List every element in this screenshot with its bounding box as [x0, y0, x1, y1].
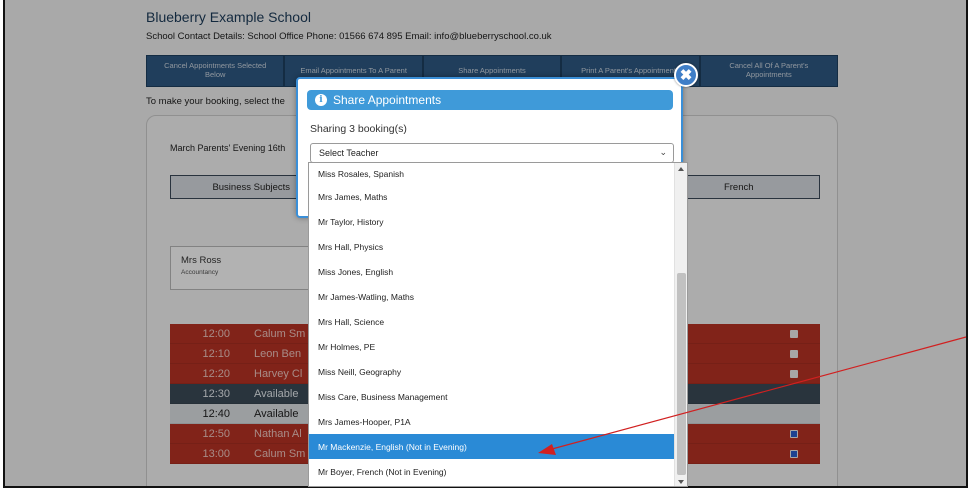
scroll-down-icon[interactable]	[678, 480, 684, 484]
list-item[interactable]: Miss Rosales, Spanish	[309, 163, 675, 184]
list-item[interactable]: Mr Taylor, History	[309, 209, 675, 234]
list-item-highlighted[interactable]: Mr Mackenzie, English (Not in Evening)	[309, 434, 675, 459]
list-item[interactable]: Mr James-Watling, Maths	[309, 284, 675, 309]
chevron-down-icon: ⌄	[659, 147, 667, 157]
list-item[interactable]: Mrs James, Maths	[309, 184, 675, 209]
list-item[interactable]: Mrs James-Hooper, P1A	[309, 409, 675, 434]
close-icon[interactable]: ✖	[674, 63, 698, 87]
list-item[interactable]: Miss Neill, Geography	[309, 359, 675, 384]
list-item[interactable]: Mr Holmes, PE	[309, 334, 675, 359]
teacher-select[interactable]: Select Teacher ⌄	[310, 143, 674, 163]
teacher-dropdown-list: Miss Rosales, Spanish Mrs James, Maths M…	[308, 162, 688, 487]
list-item[interactable]: Mrs Hall, Science	[309, 309, 675, 334]
info-icon: i	[315, 94, 327, 106]
dialog-title: Share Appointments	[333, 93, 442, 107]
sharing-count: Sharing 3 booking(s)	[310, 123, 407, 135]
list-item[interactable]: Mr Boyer, French (Not in Evening)	[309, 459, 675, 484]
scroll-up-icon[interactable]	[678, 167, 684, 171]
select-value: Select Teacher	[319, 148, 379, 158]
list-item[interactable]: Mrs Hall, Physics	[309, 234, 675, 259]
dropdown-scrollbar[interactable]	[674, 163, 687, 486]
list-item[interactable]: Miss Jones, English	[309, 259, 675, 284]
dialog-header: i Share Appointments	[307, 90, 673, 110]
list-item[interactable]: Miss Care, Business Management	[309, 384, 675, 409]
scrollbar-thumb[interactable]	[677, 273, 686, 475]
